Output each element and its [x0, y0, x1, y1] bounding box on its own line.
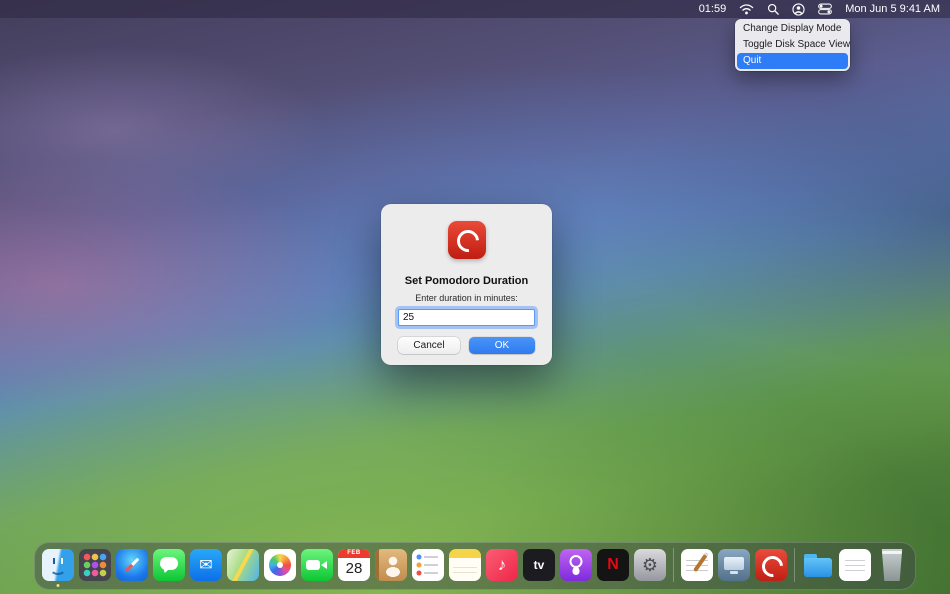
dock-item-podcasts[interactable]	[560, 549, 592, 581]
dock-item-photos[interactable]	[264, 549, 296, 581]
calendar-icon: FEB 28	[338, 549, 370, 581]
reminders-icon	[412, 549, 444, 581]
contacts-icon	[375, 549, 407, 581]
folder-icon	[802, 549, 834, 581]
menu-bar-clock[interactable]: Mon Jun 5 9:41 AM	[845, 0, 940, 18]
dock-item-documents[interactable]	[839, 549, 871, 581]
facetime-icon	[301, 549, 333, 581]
dialog-message: Enter duration in minutes:	[415, 293, 518, 303]
wifi-icon[interactable]	[739, 0, 754, 18]
messages-icon	[153, 549, 185, 581]
dock: FEB 28	[34, 542, 916, 590]
control-center-icon[interactable]	[818, 0, 833, 18]
running-indicator	[56, 584, 60, 587]
settings-icon	[634, 549, 666, 581]
dock-item-notes[interactable]	[449, 549, 481, 581]
display-icon	[718, 549, 750, 581]
menu-item-change-display-mode[interactable]: Change Display Mode	[737, 21, 848, 37]
pomodoro-app-icon	[447, 221, 486, 259]
dock-item-messages[interactable]	[153, 549, 185, 581]
dock-item-music[interactable]	[486, 549, 518, 581]
dropdown-menu: Change Display Mode Toggle Disk Space Vie…	[735, 19, 850, 71]
calendar-day-label: 28	[345, 560, 363, 577]
safari-icon	[116, 549, 148, 581]
dock-item-calendar[interactable]: FEB 28	[338, 549, 370, 581]
dock-item-finder[interactable]	[42, 549, 74, 587]
dialog-title: Set Pomodoro Duration	[404, 275, 529, 287]
notes-icon	[449, 549, 481, 581]
podcasts-icon	[560, 549, 592, 581]
dock-item-netflix[interactable]	[597, 549, 629, 581]
set-pomodoro-duration-dialog: Set Pomodoro Duration Enter duration in …	[381, 204, 552, 365]
dock-item-display[interactable]	[718, 549, 750, 581]
dock-item-settings[interactable]	[634, 549, 666, 581]
menu-bar: 01:59 Mon Jun 5 9:41 AM	[0, 0, 950, 18]
dock-separator	[673, 548, 674, 582]
dock-item-folder[interactable]	[802, 549, 834, 581]
dock-item-facetime[interactable]	[301, 549, 333, 581]
launchpad-icon	[79, 549, 111, 581]
tv-icon	[523, 549, 555, 581]
dock-item-mail[interactable]	[190, 549, 222, 581]
mail-icon	[190, 549, 222, 581]
menu-item-toggle-disk-space-view[interactable]: Toggle Disk Space View	[737, 37, 850, 53]
menu-item-quit[interactable]: Quit	[737, 53, 848, 69]
finder-icon	[42, 549, 74, 581]
pomodoro-icon	[755, 549, 787, 581]
dock-item-safari[interactable]	[116, 549, 148, 581]
dock-item-launchpad[interactable]	[79, 549, 111, 581]
music-icon	[486, 549, 518, 581]
duration-input[interactable]	[398, 309, 535, 326]
dock-separator	[794, 548, 795, 582]
netflix-icon	[597, 549, 629, 581]
spotlight-icon[interactable]	[767, 0, 780, 18]
dock-item-tv[interactable]	[523, 549, 555, 581]
textedit-icon	[681, 549, 713, 581]
dock-item-trash[interactable]	[876, 549, 908, 581]
calendar-month-label: FEB	[338, 549, 370, 558]
pomodoro-timer-menu-item[interactable]: 01:59	[699, 0, 727, 18]
ok-button[interactable]: OK	[469, 337, 535, 354]
dock-item-textedit[interactable]	[681, 549, 713, 581]
dock-item-pomodoro[interactable]	[755, 549, 787, 581]
dock-item-maps[interactable]	[227, 549, 259, 581]
photos-icon	[264, 549, 296, 581]
desktop: 01:59 Mon Jun 5 9:41 AM Change Display M…	[0, 0, 950, 594]
dock-item-reminders[interactable]	[412, 549, 444, 581]
dock-item-contacts[interactable]	[375, 549, 407, 581]
trash-icon	[881, 549, 903, 581]
documents-icon	[839, 549, 871, 581]
user-account-icon[interactable]	[792, 0, 805, 18]
cancel-button[interactable]: Cancel	[398, 337, 460, 354]
maps-icon	[227, 549, 259, 581]
